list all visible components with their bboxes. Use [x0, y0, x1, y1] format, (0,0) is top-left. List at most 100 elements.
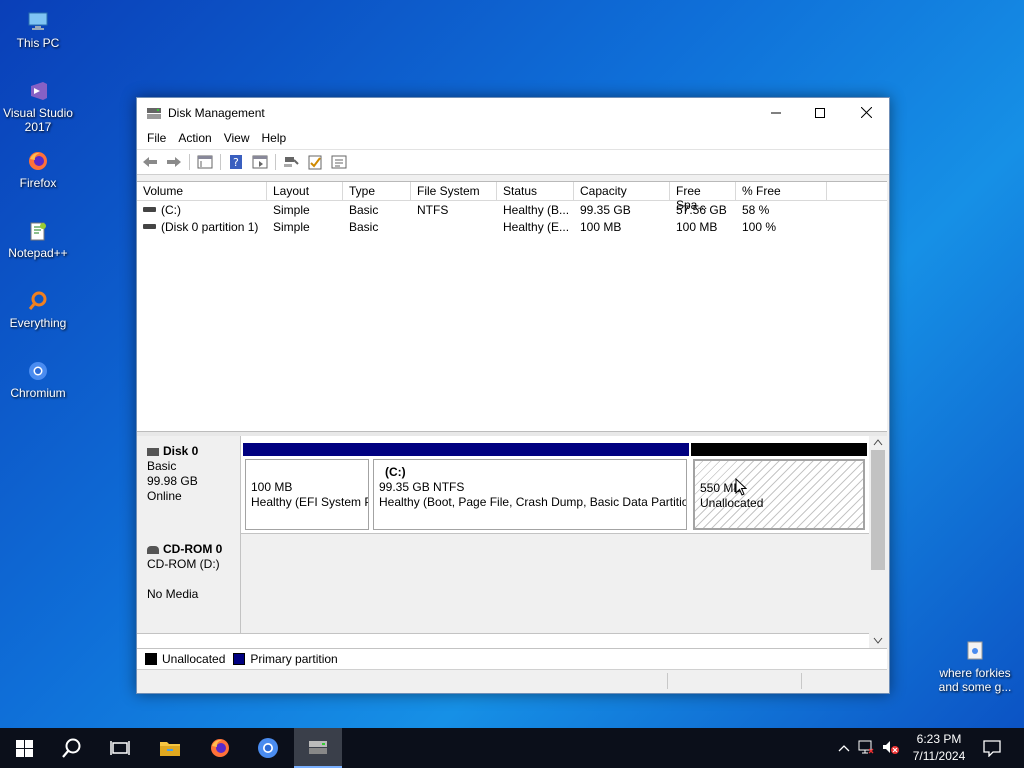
disk-management-window: Disk Management File Action View Help ? … — [136, 97, 890, 694]
cell-file-system: NTFS — [417, 203, 449, 217]
action-center-button[interactable] — [968, 728, 1016, 768]
column-percent-free[interactable]: % Free — [736, 182, 827, 200]
menu-bar: File Action View Help — [137, 127, 889, 149]
menu-action[interactable]: Action — [172, 131, 217, 145]
task-view-button[interactable] — [96, 728, 144, 768]
partition-bar — [691, 443, 867, 456]
partition-size: 550 MB — [700, 481, 742, 495]
disk-divider — [137, 633, 869, 634]
table-row[interactable]: (Disk 0 partition 1) Simple Basic Health… — [137, 219, 887, 236]
show-hidden-icons-icon[interactable] — [838, 741, 850, 755]
help-icon[interactable]: ? — [227, 153, 245, 171]
status-bar — [137, 669, 887, 693]
show-hide-console-tree-icon[interactable] — [196, 153, 214, 171]
start-button[interactable] — [0, 728, 48, 768]
search-button[interactable] — [48, 728, 96, 768]
window-title: Disk Management — [168, 105, 265, 120]
firefox-icon — [211, 739, 229, 757]
properties-icon[interactable] — [251, 153, 269, 171]
taskbar-disk-management[interactable] — [294, 728, 342, 768]
cdrom-icon — [147, 545, 159, 554]
firefox-icon — [25, 148, 51, 174]
cdrom-0-info[interactable]: CD-ROM 0 CD-ROM (D:) No Media — [137, 534, 241, 634]
cell-volume: (C:) — [161, 203, 181, 217]
cell-type: Basic — [349, 220, 379, 234]
legend-swatch-primary — [233, 653, 246, 665]
desktop-icon-firefox[interactable]: Firefox — [0, 148, 76, 190]
column-free-space[interactable]: Free Spa... — [670, 182, 736, 212]
column-volume[interactable]: Volume — [137, 182, 267, 200]
desktop-icon-this-pc[interactable]: This PC — [0, 8, 76, 50]
partition-efi[interactable]: 100 MB Healthy (EFI System Partition) — [243, 443, 371, 530]
svg-text:?: ? — [233, 156, 239, 169]
scroll-up-icon[interactable] — [873, 438, 883, 449]
volume-muted-icon[interactable] — [882, 740, 900, 757]
task-view-icon — [110, 741, 130, 755]
menu-help[interactable]: Help — [256, 131, 293, 145]
partition-c[interactable]: (C:) 99.35 GB NTFS Healthy (Boot, Page F… — [371, 443, 689, 530]
chromium-icon — [25, 358, 51, 384]
close-button[interactable] — [843, 98, 889, 127]
document-icon — [962, 638, 988, 664]
connect-icon[interactable] — [282, 153, 300, 171]
maximize-button[interactable] — [797, 98, 843, 127]
column-file-system[interactable]: File System — [411, 182, 497, 200]
cell-type: Basic — [349, 203, 379, 217]
desktop-icon-label: Firefox — [19, 176, 57, 190]
desktop-icon-document[interactable]: where forkies and some g... — [934, 638, 1016, 694]
column-type[interactable]: Type — [343, 182, 411, 200]
desktop-icon-label: Notepad++ — [8, 246, 68, 260]
back-icon[interactable] — [141, 153, 159, 171]
everything-icon — [25, 288, 51, 314]
network-icon[interactable] — [858, 740, 874, 757]
minimize-button[interactable] — [753, 98, 799, 127]
cdrom-0-type: CD-ROM (D:) — [147, 557, 220, 571]
title-bar[interactable]: Disk Management — [137, 98, 889, 127]
clock-date: 7/11/2024 — [912, 749, 966, 763]
partition-title — [251, 465, 368, 480]
desktop-icon-notepadpp[interactable]: Notepad++ — [0, 218, 76, 260]
desktop-icon-visual-studio[interactable]: Visual Studio 2017 — [0, 78, 76, 134]
disk-0-size: 99.98 GB — [147, 474, 198, 488]
menu-view[interactable]: View — [218, 131, 256, 145]
cell-free-space: 100 MB — [676, 220, 718, 234]
clock-time: 6:23 PM — [916, 732, 962, 746]
disk-0-type: Basic — [147, 459, 177, 473]
column-status[interactable]: Status — [497, 182, 574, 200]
desktop-icon-everything[interactable]: Everything — [0, 288, 76, 330]
settings-list-icon[interactable] — [330, 153, 348, 171]
volume-icon — [143, 207, 156, 213]
volume-icon — [143, 224, 156, 230]
scroll-down-icon[interactable] — [873, 634, 883, 648]
disk-0-info[interactable]: Disk 0 Basic 99.98 GB Online — [137, 436, 241, 534]
cell-percent-free: 100 % — [742, 220, 777, 234]
toolbar: ? — [137, 149, 889, 175]
disk-0-name: Disk 0 — [163, 444, 199, 458]
partition-title: (C:) — [385, 465, 406, 479]
desktop-icon-label: This PC — [16, 36, 60, 50]
scrollbar-thumb[interactable] — [871, 450, 885, 570]
checklist-icon[interactable] — [306, 153, 324, 171]
legend-unallocated: Unallocated — [162, 652, 226, 666]
taskbar-chromium[interactable] — [244, 728, 292, 768]
menu-file[interactable]: File — [141, 131, 172, 145]
taskbar-firefox[interactable] — [196, 728, 244, 768]
vertical-scrollbar[interactable] — [869, 436, 887, 648]
cdrom-0-name: CD-ROM 0 — [163, 542, 223, 556]
taskbar-file-explorer[interactable] — [146, 728, 194, 768]
legend-swatch-unallocated — [145, 653, 157, 665]
partition-body: 100 MB Healthy (EFI System Partition) — [245, 459, 369, 530]
column-layout[interactable]: Layout — [267, 182, 343, 200]
table-row[interactable]: (C:) Simple Basic NTFS Healthy (B... 99.… — [137, 202, 887, 219]
desktop-icon-chromium[interactable]: Chromium — [0, 358, 76, 400]
desktop-icon-label: Chromium — [10, 386, 66, 400]
partition-body: 550 MB Unallocated — [693, 459, 865, 530]
taskbar-clock[interactable]: 6:23 PM 7/11/2024 — [900, 728, 978, 768]
disk-management-icon — [309, 741, 327, 754]
toolbar-separator — [275, 154, 276, 170]
volume-list: Volume Layout Type File System Status Ca… — [137, 181, 887, 432]
desktop-icon-label: where forkies and some g... — [938, 666, 1012, 694]
forward-icon[interactable] — [165, 153, 183, 171]
partition-unallocated[interactable]: 550 MB Unallocated — [691, 443, 867, 530]
column-capacity[interactable]: Capacity — [574, 182, 670, 200]
